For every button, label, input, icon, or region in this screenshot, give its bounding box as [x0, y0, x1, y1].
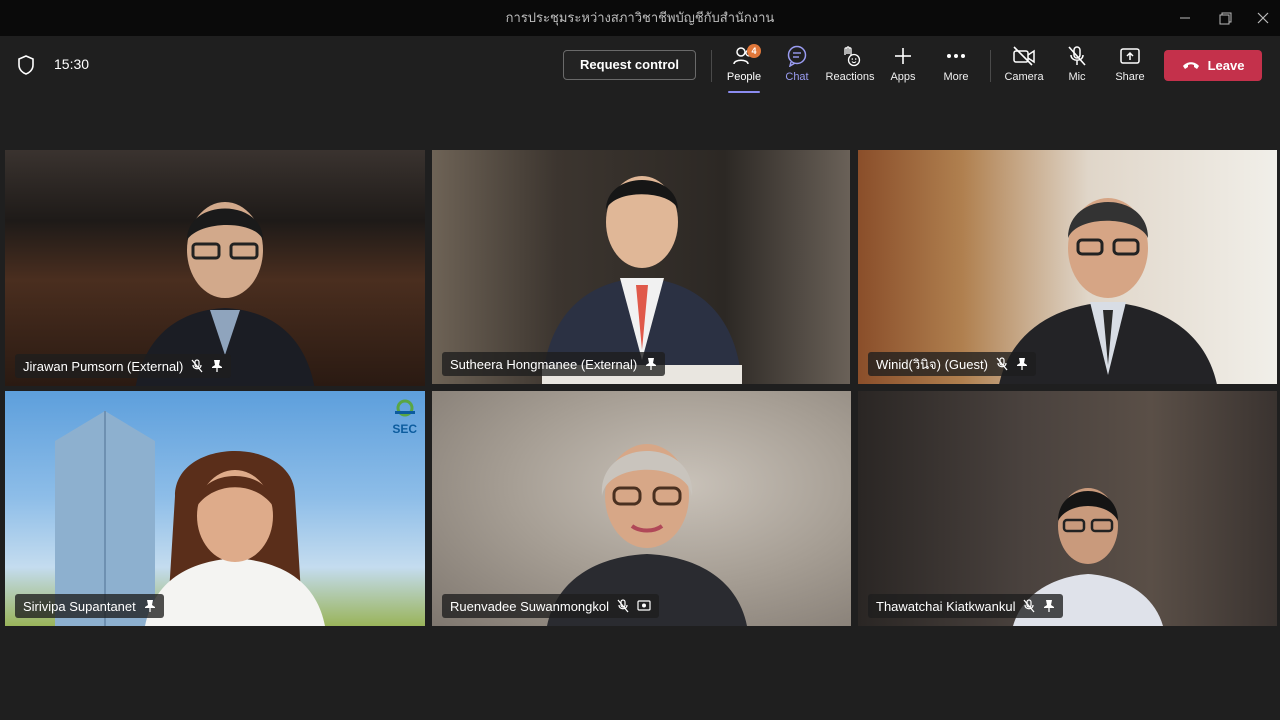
video-tile[interactable]: Ruenvadee Suwanmongkol — [432, 391, 851, 626]
close-button[interactable] — [1244, 0, 1280, 36]
active-indicator — [728, 91, 760, 93]
chat-label: Chat — [785, 71, 809, 83]
more-button[interactable]: More — [928, 44, 984, 90]
participant-nameplate: Thawatchai Kiatkwankul — [868, 594, 1064, 618]
muted-mic-icon — [996, 357, 1008, 371]
share-icon — [1102, 44, 1158, 68]
camera-button[interactable]: Camera — [996, 44, 1052, 90]
reactions-label: Reactions — [825, 71, 875, 83]
reactions-button[interactable]: Reactions — [822, 44, 878, 90]
window-title: การประชุมระหว่างสภาวิชาชีพบัญชีกับสำนักง… — [505, 10, 775, 25]
pin-icon[interactable] — [1016, 357, 1028, 371]
divider — [711, 50, 712, 82]
meeting-timer: 15:30 — [54, 56, 90, 72]
muted-mic-icon — [191, 359, 203, 373]
people-label: People — [726, 71, 762, 83]
leave-label: Leave — [1207, 58, 1245, 73]
pin-icon[interactable] — [1043, 599, 1055, 613]
apps-button[interactable]: Apps — [875, 44, 931, 90]
video-tile[interactable]: Sutheera Hongmanee (External) — [432, 150, 850, 384]
participant-name: Thawatchai Kiatkwankul — [876, 598, 1016, 614]
camera-label: Camera — [1004, 71, 1044, 83]
video-tile[interactable]: SEC Sirivipa Supantanet — [5, 391, 425, 626]
participant-nameplate: Sirivipa Supantanet — [15, 594, 164, 618]
restore-button[interactable] — [1206, 0, 1244, 36]
people-count-badge: 4 — [747, 44, 761, 58]
muted-mic-icon — [1023, 599, 1035, 613]
participant-name: Ruenvadee Suwanmongkol — [450, 598, 609, 614]
mic-off-icon — [1049, 44, 1105, 68]
divider — [990, 50, 991, 82]
mic-label: Mic — [1068, 71, 1086, 83]
participant-name: Jirawan Pumsorn (External) — [23, 358, 184, 374]
meeting-toolbar: 15:30 Request control 4 People Chat Reac… — [0, 36, 1280, 94]
sec-logo: SEC — [392, 399, 417, 436]
participant-name: Sirivipa Supantanet — [23, 598, 136, 614]
people-icon — [716, 44, 772, 68]
video-tile[interactable]: Jirawan Pumsorn (External) — [5, 150, 425, 386]
leave-button[interactable]: Leave — [1164, 50, 1262, 81]
apps-label: Apps — [890, 71, 916, 83]
participant-name: Winid(วินิจ) (Guest) — [876, 356, 988, 372]
participant-name: Sutheera Hongmanee (External) — [450, 356, 638, 372]
screen-share-icon — [637, 599, 651, 613]
mic-button[interactable]: Mic — [1049, 44, 1105, 90]
share-label: Share — [1115, 71, 1145, 83]
participant-video — [532, 160, 752, 384]
pin-icon[interactable] — [645, 357, 657, 371]
muted-mic-icon — [617, 599, 629, 613]
request-control-button[interactable]: Request control — [563, 50, 696, 80]
hang-up-icon — [1182, 58, 1200, 73]
more-dots-icon — [928, 44, 984, 68]
shield-icon[interactable] — [16, 54, 36, 81]
participant-nameplate: Winid(วินิจ) (Guest) — [868, 352, 1036, 376]
chat-button[interactable]: Chat — [769, 44, 825, 90]
share-button[interactable]: Share — [1102, 44, 1158, 90]
video-stage: Jirawan Pumsorn (External) Sutheera Hong… — [0, 94, 1280, 720]
pin-icon[interactable] — [211, 359, 223, 373]
participant-nameplate: Sutheera Hongmanee (External) — [442, 352, 666, 376]
video-tile[interactable]: Winid(วินิจ) (Guest) — [858, 150, 1277, 384]
sec-logo-text: SEC — [392, 422, 417, 436]
more-label: More — [943, 71, 969, 83]
participant-video — [135, 436, 335, 626]
pin-icon[interactable] — [144, 599, 156, 613]
participant-nameplate: Ruenvadee Suwanmongkol — [442, 594, 659, 618]
chat-icon — [769, 44, 825, 68]
plus-icon — [875, 44, 931, 68]
minimize-button[interactable] — [1166, 0, 1204, 36]
camera-off-icon — [996, 44, 1052, 68]
participant-nameplate: Jirawan Pumsorn (External) — [15, 354, 232, 378]
video-tile[interactable]: Thawatchai Kiatkwankul — [858, 391, 1277, 626]
people-button[interactable]: 4 People — [716, 44, 772, 93]
reactions-icon — [822, 44, 878, 68]
title-bar: การประชุมระหว่างสภาวิชาชีพบัญชีกับสำนักง… — [0, 0, 1280, 36]
